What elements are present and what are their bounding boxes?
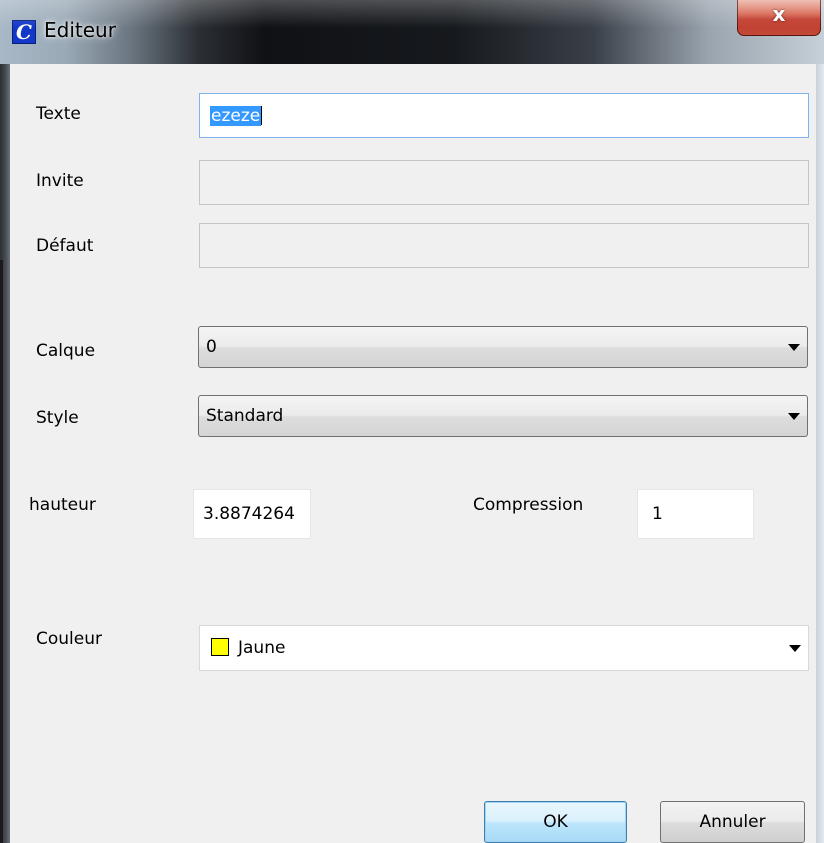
ok-button[interactable]: OK	[484, 801, 627, 843]
invite-label: Invite	[36, 171, 84, 191]
compression-value: 1	[652, 504, 663, 524]
close-button[interactable]: x	[737, 0, 821, 36]
hauteur-label: hauteur	[29, 495, 96, 515]
editor-dialog: C Editeur x Texte ezeze Invite Défaut Ca…	[0, 0, 824, 843]
annuler-button[interactable]: Annuler	[660, 801, 805, 843]
close-icon: x	[772, 2, 786, 26]
title-bar[interactable]: C Editeur x	[0, 0, 824, 64]
style-select[interactable]: Standard	[198, 395, 808, 437]
couleur-value: Jaune	[238, 638, 286, 658]
invite-input[interactable]	[199, 160, 809, 205]
style-label: Style	[36, 408, 79, 428]
calque-value: 0	[206, 337, 217, 357]
style-value: Standard	[206, 406, 284, 426]
compression-input[interactable]: 1	[637, 489, 754, 539]
app-logo-icon[interactable]: C	[12, 20, 36, 44]
calque-label: Calque	[36, 341, 96, 361]
defaut-label: Défaut	[36, 236, 94, 256]
window-frame-right	[816, 64, 824, 843]
window-title: Editeur	[44, 18, 116, 42]
defaut-input[interactable]	[199, 223, 809, 268]
calque-select[interactable]: 0	[198, 326, 808, 368]
texte-label: Texte	[36, 104, 81, 124]
compression-label: Compression	[473, 495, 584, 515]
hauteur-input[interactable]: 3.8874264	[193, 489, 311, 539]
chevron-down-icon	[788, 344, 800, 351]
hauteur-value: 3.8874264	[203, 504, 295, 524]
texte-value: ezeze	[210, 105, 262, 126]
texte-input[interactable]: ezeze	[199, 93, 809, 138]
text-caret	[261, 106, 263, 125]
chevron-down-icon	[788, 413, 800, 420]
window-frame-shadow	[0, 260, 3, 843]
color-swatch	[211, 638, 229, 656]
annuler-button-label: Annuler	[699, 812, 766, 832]
chevron-down-icon	[789, 645, 801, 652]
couleur-label: Couleur	[36, 629, 102, 649]
ok-button-label: OK	[543, 812, 568, 832]
couleur-select[interactable]: Jaune	[199, 625, 809, 671]
